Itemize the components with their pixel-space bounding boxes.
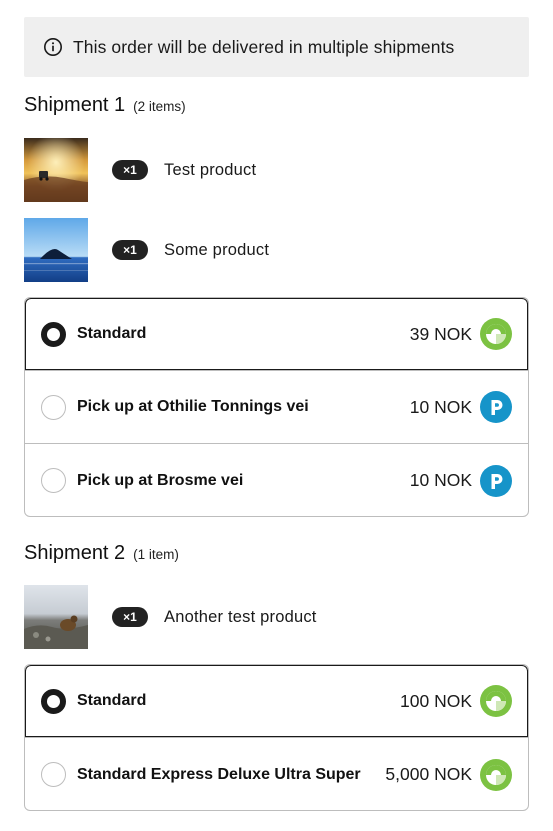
carrier-green-icon [480,758,512,791]
list-item: ×1 Test product [24,138,256,202]
product-image [24,218,88,282]
option-price: 5,000 NOK [385,764,472,784]
product-name: Another test product [164,607,317,626]
quantity-badge: ×1 [112,607,148,627]
shipment-1-header: Shipment 1 (2 items) [24,94,186,117]
option-label: Pick up at Brosme vei [77,471,244,489]
quantity-badge: ×1 [112,160,148,180]
list-item: ×1 Some product [24,218,269,282]
info-icon [43,37,63,57]
radio-button[interactable] [41,394,66,420]
notice-text: This order will be delivered in multiple… [73,36,455,57]
shipment-item-count: (1 item) [133,547,179,562]
option-price: 39 NOK [409,323,472,344]
carrier-green-icon [480,685,512,717]
option-price: 10 NOK [409,396,472,417]
option-price: 100 NOK [400,690,472,711]
shipment-title: Shipment 2 [24,542,126,564]
option-label: Standard Express Deluxe Ultra Super [77,765,361,783]
carrier-blue-p-icon [480,464,512,497]
shipping-options-2: Standard 100 NOK Standard Express Deluxe… [24,664,529,811]
shipping-option-pickup-othilie[interactable]: Pick up at Othilie Tonnings vei 10 NOK [25,371,528,444]
product-name: Some product [164,240,270,259]
radio-button[interactable] [41,468,66,493]
shipping-options-1: Standard 39 NOK Pick up at Othilie Tonni… [24,297,529,517]
product-name: Test product [164,160,257,179]
option-price: 10 NOK [409,470,472,490]
shipment-item-count: (2 items) [133,99,186,114]
product-image [24,585,88,649]
shipping-option-standard[interactable]: Standard 39 NOK [25,298,528,371]
list-item: ×1 Another test product [24,585,317,649]
shipment-title: Shipment 1 [24,94,126,116]
shipping-option-pickup-brosme[interactable]: Pick up at Brosme vei 10 NOK [25,444,528,516]
carrier-green-icon [480,318,512,350]
option-label: Pick up at Othilie Tonnings vei [77,398,309,415]
multi-shipment-notice: This order will be delivered in multiple… [24,17,529,77]
radio-button[interactable] [41,688,66,714]
product-image [24,138,88,202]
radio-button[interactable] [41,321,66,347]
option-label: Standard [77,692,147,709]
quantity-badge: ×1 [112,240,148,260]
shipping-option-standard[interactable]: Standard 100 NOK [25,665,528,738]
shipping-option-express[interactable]: Standard Express Deluxe Ultra Super 5,00… [25,738,528,810]
option-label: Standard [77,325,147,342]
radio-button[interactable] [41,762,66,787]
shipment-2-header: Shipment 2 (1 item) [24,542,179,565]
carrier-blue-p-icon [480,391,512,423]
